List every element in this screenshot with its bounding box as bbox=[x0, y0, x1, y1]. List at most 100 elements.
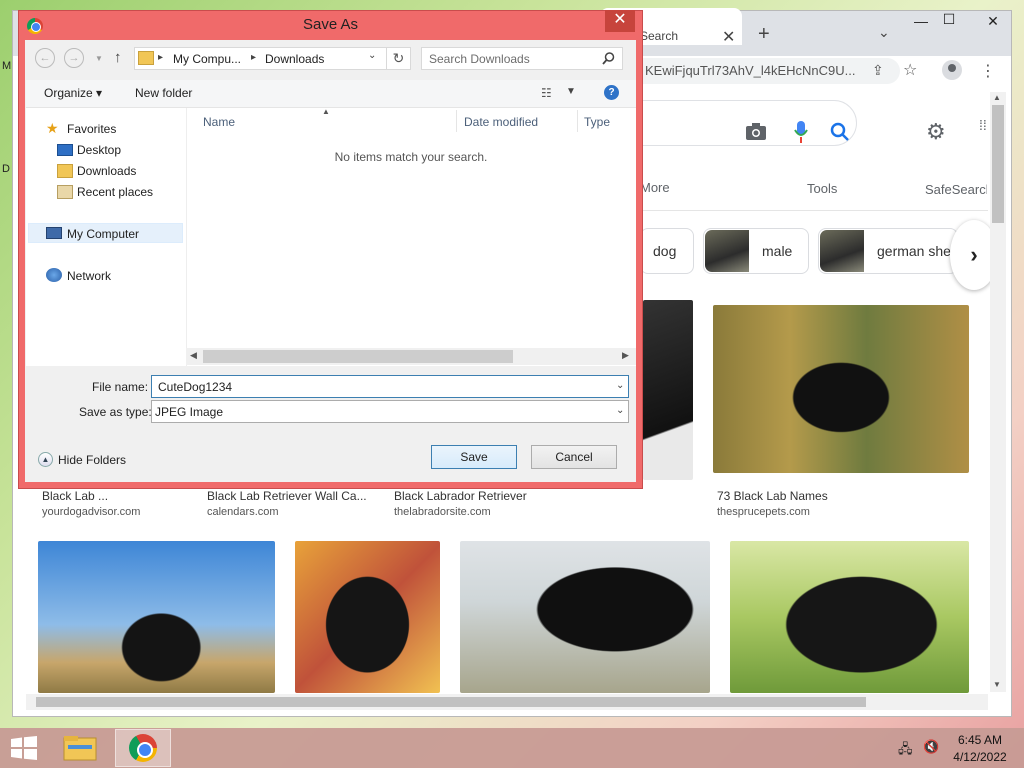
scroll-left-arrow-icon[interactable]: ◀ bbox=[190, 350, 197, 361]
address-url: KEwiFjquTrl73AhV_l4kEHcNnC9U... bbox=[645, 63, 856, 78]
column-header-name[interactable]: Name bbox=[203, 115, 235, 129]
profile-avatar-icon[interactable] bbox=[942, 60, 962, 80]
new-tab-button[interactable]: + bbox=[758, 23, 770, 46]
save-type-dropdown-chevron-icon[interactable]: ⌄ bbox=[616, 405, 624, 416]
search-placeholder: Search Downloads bbox=[429, 52, 530, 66]
maximize-button[interactable]: ☐ bbox=[934, 8, 964, 32]
desktop-icon bbox=[57, 144, 73, 156]
result-source[interactable]: thelabradorsite.com bbox=[394, 506, 491, 518]
breadcrumb-separator-icon[interactable]: ▸ bbox=[251, 52, 256, 63]
share-icon[interactable]: ⇪ bbox=[872, 62, 884, 79]
nav-safesearch[interactable]: SafeSearch bbox=[925, 182, 987, 197]
scroll-down-arrow-icon[interactable]: ▼ bbox=[993, 680, 1001, 689]
address-dropdown-chevron-icon[interactable]: ⌄ bbox=[368, 50, 376, 61]
network-icon bbox=[46, 268, 62, 282]
hide-folders-button[interactable]: Hide Folders bbox=[58, 453, 126, 467]
column-divider[interactable] bbox=[577, 110, 578, 132]
hide-folders-chevron-icon[interactable]: ▲ bbox=[38, 452, 53, 467]
breadcrumb-separator-icon[interactable]: ▸ bbox=[158, 52, 163, 63]
vertical-scroll-thumb[interactable] bbox=[992, 105, 1004, 223]
result-image[interactable] bbox=[38, 541, 275, 693]
search-icon[interactable] bbox=[602, 52, 615, 65]
computer-icon bbox=[46, 227, 62, 239]
new-folder-button[interactable]: New folder bbox=[135, 86, 192, 100]
close-window-button[interactable]: ✕ bbox=[978, 10, 1008, 34]
volume-muted-icon[interactable]: 🔇 bbox=[923, 739, 939, 755]
column-header-date-modified[interactable]: Date modified bbox=[464, 115, 538, 129]
file-name-input[interactable]: CuteDog1234 bbox=[151, 375, 629, 398]
help-icon[interactable]: ? bbox=[604, 85, 619, 100]
result-caption[interactable]: Black Labrador Retriever bbox=[394, 489, 594, 503]
tab-close-icon[interactable]: ✕ bbox=[722, 27, 735, 47]
network-tray-icon[interactable]: 🖧 bbox=[898, 740, 913, 762]
recent-locations-chevron-icon[interactable]: ▼ bbox=[95, 54, 103, 63]
google-apps-icon[interactable]: ⁞⁞ bbox=[979, 118, 987, 132]
file-pane-scroll-thumb[interactable] bbox=[203, 350, 513, 363]
result-caption[interactable]: Black Lab ... bbox=[42, 489, 192, 503]
column-divider[interactable] bbox=[456, 110, 457, 132]
search-icon[interactable] bbox=[830, 122, 850, 142]
tree-item-desktop[interactable]: Desktop bbox=[77, 143, 121, 157]
result-image[interactable] bbox=[730, 541, 969, 693]
downloads-folder-icon bbox=[57, 164, 73, 178]
result-image[interactable] bbox=[643, 300, 693, 480]
camera-search-icon[interactable] bbox=[745, 122, 767, 142]
organize-menu-button[interactable]: Organize ▾ bbox=[44, 86, 102, 100]
refresh-icon[interactable]: ↻ bbox=[386, 48, 410, 69]
save-as-type-label: Save as type: bbox=[79, 405, 152, 419]
result-source[interactable]: thesprucepets.com bbox=[717, 506, 810, 518]
chip-label: german she bbox=[877, 243, 951, 259]
scroll-right-arrow-icon[interactable]: ▶ bbox=[622, 350, 629, 361]
view-dropdown-chevron-icon[interactable]: ▼ bbox=[566, 86, 576, 97]
windows-start-icon[interactable] bbox=[10, 736, 38, 760]
result-image[interactable] bbox=[460, 541, 710, 693]
desktop-icon-label: D bbox=[2, 163, 10, 175]
result-image[interactable] bbox=[295, 541, 440, 693]
related-chip-dog[interactable]: dog bbox=[640, 228, 694, 274]
nav-divider bbox=[640, 210, 988, 211]
related-chip-german-shepherd[interactable]: german she bbox=[818, 228, 958, 274]
dialog-close-button[interactable]: ✕ bbox=[605, 10, 635, 32]
result-caption[interactable]: Black Lab Retriever Wall Ca... bbox=[207, 489, 372, 503]
voice-search-icon[interactable] bbox=[794, 120, 808, 144]
view-options-icon[interactable]: ☷ bbox=[541, 86, 552, 100]
horizontal-scroll-thumb[interactable] bbox=[36, 697, 866, 707]
save-button[interactable]: Save bbox=[431, 445, 517, 469]
up-arrow-icon[interactable]: ↑ bbox=[114, 49, 122, 66]
tree-item-network[interactable]: Network bbox=[67, 269, 111, 283]
minimize-button[interactable]: — bbox=[906, 10, 936, 34]
nav-tools[interactable]: Tools bbox=[807, 181, 837, 196]
chrome-icon bbox=[129, 734, 157, 762]
folder-icon bbox=[138, 51, 154, 65]
tree-item-downloads[interactable]: Downloads bbox=[77, 164, 136, 178]
tree-item-recent-places[interactable]: Recent places bbox=[77, 185, 153, 199]
back-arrow-icon[interactable]: ← bbox=[35, 48, 55, 68]
clock-time[interactable]: 6:45 AM bbox=[955, 733, 1005, 747]
breadcrumb-my-computer[interactable]: My Compu... bbox=[173, 52, 241, 66]
tree-item-my-computer[interactable]: My Computer bbox=[67, 227, 139, 241]
related-chip-male[interactable]: male bbox=[703, 228, 809, 274]
save-as-type-select[interactable]: JPEG Image bbox=[151, 400, 629, 423]
result-image[interactable] bbox=[713, 305, 969, 473]
file-explorer-icon[interactable] bbox=[60, 732, 100, 764]
forward-arrow-icon[interactable]: → bbox=[64, 48, 84, 68]
empty-results-message: No items match your search. bbox=[334, 150, 488, 164]
column-header-type[interactable]: Type bbox=[584, 115, 610, 129]
clock-date[interactable]: 4/12/2022 bbox=[953, 750, 1007, 764]
nav-more[interactable]: More bbox=[640, 180, 670, 195]
scroll-up-arrow-icon[interactable]: ▲ bbox=[993, 93, 1001, 102]
result-source[interactable]: yourdogadvisor.com bbox=[42, 506, 140, 518]
tree-item-favorites[interactable]: Favorites bbox=[67, 122, 116, 136]
file-name-dropdown-chevron-icon[interactable]: ⌄ bbox=[616, 380, 624, 391]
tab-search-icon[interactable]: ⌄ bbox=[878, 24, 890, 41]
chip-thumbnail bbox=[705, 230, 749, 272]
file-list-pane bbox=[186, 108, 636, 366]
cancel-button[interactable]: Cancel bbox=[531, 445, 617, 469]
dialog-title: Save As bbox=[302, 16, 359, 33]
chrome-menu-icon[interactable]: ⋮ bbox=[980, 61, 996, 81]
settings-gear-icon[interactable]: ⚙ bbox=[926, 119, 946, 145]
result-caption[interactable]: 73 Black Lab Names bbox=[717, 489, 917, 503]
breadcrumb-downloads[interactable]: Downloads bbox=[265, 52, 324, 66]
result-source[interactable]: calendars.com bbox=[207, 506, 279, 518]
bookmark-star-icon[interactable]: ☆ bbox=[903, 60, 917, 80]
